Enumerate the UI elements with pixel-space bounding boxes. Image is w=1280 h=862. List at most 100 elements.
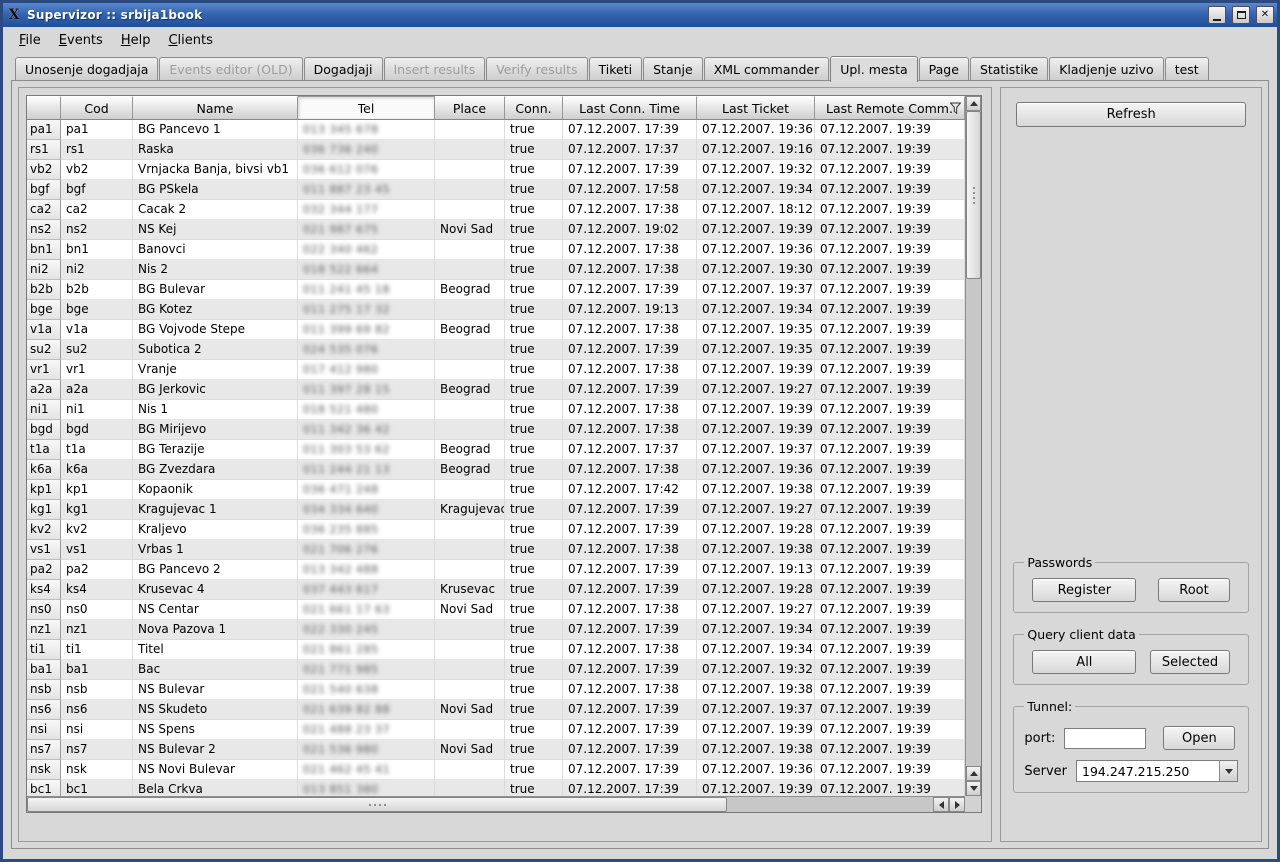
cell-last-conn-time[interactable]: 07.12.2007. 17:39: [563, 720, 697, 740]
tab-tiketi[interactable]: Tiketi: [589, 57, 643, 80]
cell-last-remote-comm[interactable]: 07.12.2007. 19:39: [815, 400, 965, 420]
cell-tel[interactable]: 011 397 28 15: [298, 380, 435, 400]
cell-last-conn-time[interactable]: 07.12.2007. 17:39: [563, 380, 697, 400]
row-header[interactable]: nsk: [27, 760, 61, 780]
table-row[interactable]: pa1pa1BG Pancevo 1013 345 678true07.12.2…: [27, 120, 965, 140]
cell-tel[interactable]: 018 522 664: [298, 260, 435, 280]
cell-cod[interactable]: pa2: [61, 560, 133, 580]
cell-name[interactable]: Krusevac 4: [133, 580, 298, 600]
cell-last-ticket[interactable]: 07.12.2007. 19:16: [697, 140, 815, 160]
table-row[interactable]: ba1ba1Bac021 771 985true07.12.2007. 17:3…: [27, 660, 965, 680]
cell-tel[interactable]: 021 639 82 88: [298, 700, 435, 720]
row-header[interactable]: pa1: [27, 120, 61, 140]
cell-conn[interactable]: true: [505, 180, 563, 200]
cell-place[interactable]: [435, 420, 505, 440]
column-header-conn[interactable]: Conn.: [505, 96, 563, 120]
column-header-last-ticket[interactable]: Last Ticket: [697, 96, 815, 120]
cell-conn[interactable]: true: [505, 200, 563, 220]
cell-name[interactable]: BG Zvezdara: [133, 460, 298, 480]
cell-last-ticket[interactable]: 07.12.2007. 19:35: [697, 320, 815, 340]
cell-name[interactable]: NS Bulevar: [133, 680, 298, 700]
cell-conn[interactable]: true: [505, 240, 563, 260]
table-row[interactable]: nsknskNS Novi Bulevar021 462 45 41true07…: [27, 760, 965, 780]
cell-last-ticket[interactable]: 07.12.2007. 19:38: [697, 480, 815, 500]
cell-conn[interactable]: true: [505, 720, 563, 740]
cell-last-conn-time[interactable]: 07.12.2007. 17:37: [563, 140, 697, 160]
row-header[interactable]: vs1: [27, 540, 61, 560]
table-row[interactable]: bgdbgdBG Mirijevo011 342 36 42true07.12.…: [27, 420, 965, 440]
cell-last-remote-comm[interactable]: 07.12.2007. 19:39: [815, 120, 965, 140]
row-header[interactable]: bgf: [27, 180, 61, 200]
cell-place[interactable]: Novi Sad: [435, 600, 505, 620]
cell-name[interactable]: Raska: [133, 140, 298, 160]
cell-last-conn-time[interactable]: 07.12.2007. 17:39: [563, 700, 697, 720]
row-header[interactable]: bn1: [27, 240, 61, 260]
cell-tel[interactable]: 021 462 45 41: [298, 760, 435, 780]
cell-conn[interactable]: true: [505, 520, 563, 540]
cell-last-ticket[interactable]: 07.12.2007. 19:28: [697, 580, 815, 600]
cell-name[interactable]: BG Kotez: [133, 300, 298, 320]
tab-page[interactable]: Page: [919, 57, 969, 80]
cell-last-remote-comm[interactable]: 07.12.2007. 19:39: [815, 220, 965, 240]
cell-last-remote-comm[interactable]: 07.12.2007. 19:39: [815, 440, 965, 460]
menu-item-clients[interactable]: Clients: [160, 30, 220, 51]
row-header[interactable]: ns7: [27, 740, 61, 760]
cell-place[interactable]: Beograd: [435, 380, 505, 400]
horizontal-scroll-track[interactable]: [27, 797, 933, 812]
cell-cod[interactable]: v1a: [61, 320, 133, 340]
cell-conn[interactable]: true: [505, 440, 563, 460]
horizontal-scrollbar[interactable]: [27, 796, 965, 812]
cell-name[interactable]: BG PSkela: [133, 180, 298, 200]
cell-last-ticket[interactable]: 07.12.2007. 19:39: [697, 220, 815, 240]
cell-last-remote-comm[interactable]: 07.12.2007. 19:39: [815, 180, 965, 200]
cell-last-remote-comm[interactable]: 07.12.2007. 19:39: [815, 340, 965, 360]
row-header[interactable]: kg1: [27, 500, 61, 520]
table-row[interactable]: bn1bn1Banovci022 340 462true07.12.2007. …: [27, 240, 965, 260]
cell-last-conn-time[interactable]: 07.12.2007. 17:39: [563, 620, 697, 640]
cell-name[interactable]: BG Terazije: [133, 440, 298, 460]
cell-last-remote-comm[interactable]: 07.12.2007. 19:39: [815, 380, 965, 400]
cell-cod[interactable]: kg1: [61, 500, 133, 520]
cell-cod[interactable]: ns6: [61, 700, 133, 720]
cell-last-ticket[interactable]: 07.12.2007. 19:32: [697, 160, 815, 180]
table-row[interactable]: kg1kg1Kragujevac 1034 334 640Kragujevact…: [27, 500, 965, 520]
cell-last-conn-time[interactable]: 07.12.2007. 17:38: [563, 400, 697, 420]
cell-name[interactable]: Kragujevac 1: [133, 500, 298, 520]
cell-last-conn-time[interactable]: 07.12.2007. 17:38: [563, 460, 697, 480]
close-button[interactable]: ✕: [1256, 6, 1274, 24]
cell-name[interactable]: BG Vojvode Stepe: [133, 320, 298, 340]
table-row[interactable]: k6ak6aBG Zvezdara011 244 21 13Beogradtru…: [27, 460, 965, 480]
cell-place[interactable]: [435, 560, 505, 580]
cell-last-remote-comm[interactable]: 07.12.2007. 19:39: [815, 700, 965, 720]
cell-name[interactable]: Nis 2: [133, 260, 298, 280]
cell-last-conn-time[interactable]: 07.12.2007. 17:38: [563, 420, 697, 440]
cell-last-remote-comm[interactable]: 07.12.2007. 19:39: [815, 420, 965, 440]
cell-last-remote-comm[interactable]: 07.12.2007. 19:39: [815, 320, 965, 340]
cell-tel[interactable]: 011 303 53 62: [298, 440, 435, 460]
cell-last-conn-time[interactable]: 07.12.2007. 17:38: [563, 260, 697, 280]
tab-unosenje-dogadjaja[interactable]: Unosenje dogadjaja: [15, 57, 158, 80]
cell-last-ticket[interactable]: 07.12.2007. 19:35: [697, 340, 815, 360]
cell-conn[interactable]: true: [505, 380, 563, 400]
cell-tel[interactable]: 017 412 980: [298, 360, 435, 380]
cell-tel[interactable]: 013 345 678: [298, 120, 435, 140]
cell-last-conn-time[interactable]: 07.12.2007. 17:39: [563, 560, 697, 580]
cell-last-remote-comm[interactable]: 07.12.2007. 19:39: [815, 200, 965, 220]
row-header[interactable]: ns2: [27, 220, 61, 240]
cell-last-remote-comm[interactable]: 07.12.2007. 19:39: [815, 680, 965, 700]
cell-last-remote-comm[interactable]: 07.12.2007. 19:39: [815, 460, 965, 480]
cell-last-ticket[interactable]: 07.12.2007. 19:27: [697, 380, 815, 400]
cell-name[interactable]: Banovci: [133, 240, 298, 260]
cell-last-remote-comm[interactable]: 07.12.2007. 19:39: [815, 560, 965, 580]
row-header[interactable]: nsi: [27, 720, 61, 740]
cell-last-conn-time[interactable]: 07.12.2007. 17:38: [563, 680, 697, 700]
cell-tel[interactable]: 022 340 462: [298, 240, 435, 260]
cell-name[interactable]: Bac: [133, 660, 298, 680]
cell-last-conn-time[interactable]: 07.12.2007. 17:38: [563, 320, 697, 340]
cell-name[interactable]: Nova Pazova 1: [133, 620, 298, 640]
cell-last-ticket[interactable]: 07.12.2007. 19:38: [697, 680, 815, 700]
cell-last-ticket[interactable]: 07.12.2007. 19:30: [697, 260, 815, 280]
cell-place[interactable]: Novi Sad: [435, 740, 505, 760]
cell-conn[interactable]: true: [505, 140, 563, 160]
cell-cod[interactable]: t1a: [61, 440, 133, 460]
